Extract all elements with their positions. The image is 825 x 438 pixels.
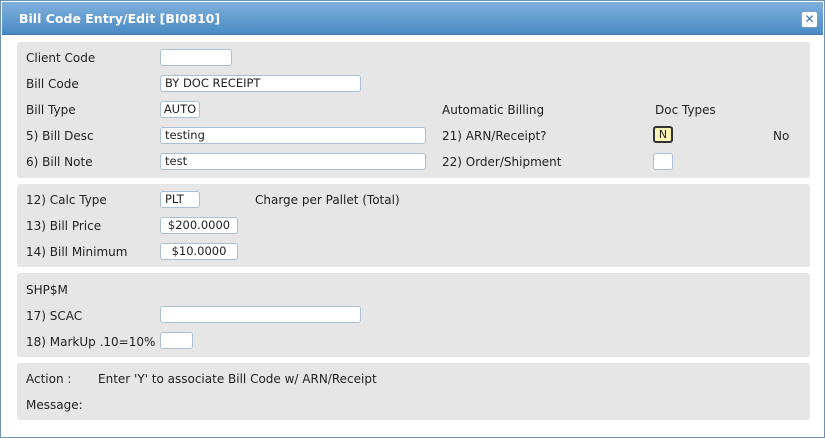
- action-text: Enter 'Y' to associate Bill Code w/ ARN/…: [98, 372, 377, 386]
- bill-minimum-input[interactable]: $10.0000: [160, 243, 238, 260]
- bill-desc-label: 5) Bill Desc: [26, 129, 94, 143]
- action-label: Action :: [26, 372, 72, 386]
- bill-note-input[interactable]: test: [160, 153, 426, 170]
- arn-receipt-input[interactable]: N: [653, 126, 673, 143]
- bill-note-label: 6) Bill Note: [26, 155, 93, 169]
- bill-minimum-label: 14) Bill Minimum: [26, 245, 128, 259]
- bill-desc-input[interactable]: testing: [160, 127, 426, 144]
- message-label: Message:: [26, 398, 83, 412]
- automatic-billing-header: Automatic Billing: [442, 103, 545, 117]
- close-icon[interactable]: ✕: [801, 11, 818, 28]
- shipping-section: SHP$M 17) SCAC 18) MarkUp .10=10%: [17, 273, 810, 357]
- calc-type-input[interactable]: PLT: [160, 191, 200, 208]
- pricing-section: 12) Calc Type PLT Charge per Pallet (Tot…: [17, 184, 810, 267]
- scac-input[interactable]: [160, 306, 361, 323]
- scac-label: 17) SCAC: [26, 309, 83, 323]
- order-shipment-input[interactable]: [653, 153, 673, 170]
- calc-type-label: 12) Calc Type: [26, 193, 107, 207]
- window-title: Bill Code Entry/Edit [BI0810]: [19, 11, 221, 26]
- status-section: Action : Enter 'Y' to associate Bill Cod…: [17, 363, 810, 420]
- bill-type-input[interactable]: AUTO: [160, 101, 200, 118]
- arn-receipt-label: 21) ARN/Receipt?: [442, 129, 547, 143]
- title-bar[interactable]: Bill Code Entry/Edit [BI0810] ✕: [2, 2, 823, 35]
- bill-code-label: Bill Code: [26, 77, 79, 91]
- calc-type-description: Charge per Pallet (Total): [255, 193, 400, 207]
- bill-code-input[interactable]: BY DOC RECEIPT: [160, 75, 361, 92]
- bill-price-label: 13) Bill Price: [26, 219, 102, 233]
- markup-label: 18) MarkUp .10=10%: [26, 335, 156, 349]
- bill-code-dialog: Bill Code Entry/Edit [BI0810] ✕ Client C…: [0, 0, 825, 438]
- markup-input[interactable]: [160, 332, 193, 349]
- bill-type-label: Bill Type: [26, 103, 76, 117]
- order-shipment-label: 22) Order/Shipment: [442, 155, 562, 169]
- shpsm-header: SHP$M: [26, 283, 68, 297]
- client-code-input[interactable]: [160, 49, 232, 66]
- bill-price-input[interactable]: $200.0000: [160, 217, 238, 234]
- doc-types-header: Doc Types: [655, 103, 716, 117]
- arn-receipt-doc-type: No: [773, 129, 790, 143]
- bill-code-section: Client Code Bill Code BY DOC RECEIPT Bil…: [17, 42, 810, 178]
- client-code-label: Client Code: [26, 51, 96, 65]
